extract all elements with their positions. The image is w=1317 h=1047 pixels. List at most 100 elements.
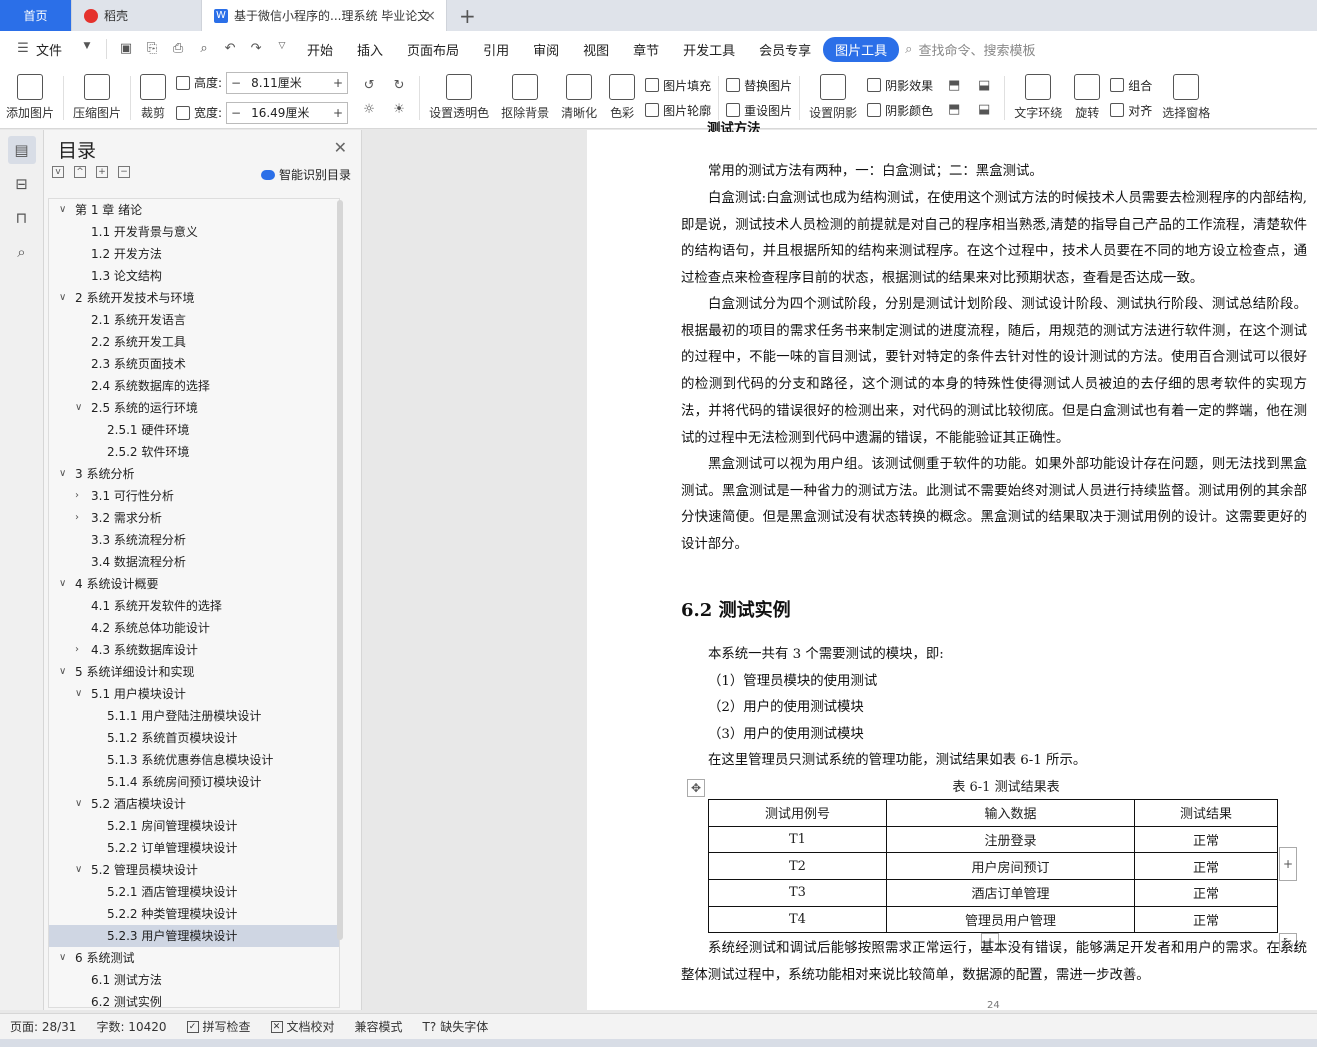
add-image-button[interactable]: 添加图片 [0,68,60,128]
brightness-down-icon[interactable]: ☼ [361,102,377,118]
output-icon[interactable]: ⎘ [144,41,160,57]
add-heading-icon[interactable]: + [96,166,108,178]
tab-daoke[interactable]: 稻壳 [72,0,202,31]
toc-item[interactable]: › 3.1 可行性分析 [49,485,339,507]
move-table-icon[interactable]: ✥ [687,779,705,797]
toc-item[interactable]: ∨ 2 系统开发技术与环境 [49,287,339,309]
toc-item[interactable]: 2.5.1 硬件环境 [49,419,339,441]
save-icon[interactable]: ▣ [118,41,134,57]
toc-item[interactable]: 1.1 开发背景与意义 [49,221,339,243]
toc-item[interactable]: ∨ 第 1 章 绪论 [49,199,339,221]
remove-background-button[interactable]: 抠除背景 [495,68,555,128]
nudge-down-icon[interactable]: ⬓ [976,78,992,94]
close-icon[interactable]: ✕ [334,138,347,157]
set-transparent-button[interactable]: 设置透明色 [423,68,495,128]
command-search[interactable]: 查找命令、搜索模板 [918,40,1035,59]
toc-item[interactable]: › 4.3 系统数据库设计 [49,639,339,661]
menu-tab[interactable]: 章节 [621,40,671,59]
toc-item[interactable]: ∨ 4 系统设计概要 [49,573,339,595]
chevron-right-icon[interactable]: › [75,639,79,661]
menu-tab[interactable]: 插入 [345,40,395,59]
smart-toc-button[interactable]: 智能识别目录 [260,166,351,183]
width-stepper[interactable]: −16.49厘米 + [226,101,349,124]
more-icon[interactable]: ▽ [274,41,290,57]
plus-icon[interactable]: + [329,76,347,90]
chevron-down-icon[interactable]: ∨ [75,793,82,815]
toc-scrollbar[interactable] [337,200,343,940]
chevron-down-icon[interactable]: ∨ [59,199,66,221]
menu-tab[interactable]: 引用 [471,40,521,59]
minus-icon[interactable]: − [227,106,245,120]
chevron-down-icon[interactable]: ∨ [59,287,66,309]
replace-image-button[interactable]: 替换图片 [726,77,792,94]
chevron-down-icon[interactable]: ∨ [75,859,82,881]
rotate-left-icon[interactable]: ↺ [361,78,377,94]
toc-item[interactable]: › 3.2 需求分析 [49,507,339,529]
chevron-right-icon[interactable]: › [75,507,79,529]
new-tab-button[interactable]: + [447,0,488,31]
plus-icon[interactable]: + [329,106,347,120]
picture-fill-button[interactable]: 图片填充 [645,77,711,94]
navigation-icon[interactable]: ⊟ [8,170,36,198]
remove-heading-icon[interactable]: − [118,166,130,178]
toc-item[interactable]: 5.2.1 房间管理模块设计 [49,815,339,837]
toc-item[interactable]: 4.2 系统总体功能设计 [49,617,339,639]
bookmark-icon[interactable]: ⊓ [8,204,36,232]
page-indicator[interactable]: 页面: 28/31 [0,1018,86,1035]
menu-tab[interactable]: 会员专享 [747,40,823,59]
chevron-down-icon[interactable]: ∨ [75,683,82,705]
menu-tab[interactable]: 开发工具 [671,40,747,59]
crop-button[interactable]: 裁剪 [134,68,172,128]
undo-icon[interactable]: ↶ [222,41,238,57]
toc-item[interactable]: ∨ 5.2 酒店模块设计 [49,793,339,815]
menu-tab[interactable]: 页面布局 [395,40,471,59]
menu-tab[interactable]: 开始 [295,40,345,59]
chevron-down-icon[interactable]: ∨ [59,947,66,969]
chevron-down-icon[interactable]: ∨ [59,463,66,485]
height-value[interactable]: 8.11厘米 [245,74,329,91]
compress-image-button[interactable]: 压缩图片 [67,68,127,128]
toc-item[interactable]: 2.4 系统数据库的选择 [49,375,339,397]
redo-icon[interactable]: ↷ [248,41,264,57]
word-count[interactable]: 字数: 10420 [86,1018,176,1035]
toc-item[interactable]: ∨ 2.5 系统的运行环境 [49,397,339,419]
spell-check-button[interactable]: ✓ 拼写检查 [177,1018,261,1035]
toc-item[interactable]: ∨ 5.2 管理员模块设计 [49,859,339,881]
toc-item[interactable]: 3.3 系统流程分析 [49,529,339,551]
brightness-up-icon[interactable]: ☀ [391,102,407,118]
toc-item[interactable]: 3.4 数据流程分析 [49,551,339,573]
color-button[interactable]: 色彩 [603,68,641,128]
shadow-effect-button[interactable]: 阴影效果 [867,77,933,94]
collapse-all-icon[interactable]: v [52,166,64,178]
toc-item[interactable]: 1.2 开发方法 [49,243,339,265]
chevron-down-icon[interactable]: ∨ [59,661,66,683]
tab-document[interactable]: W 基于微信小程序的...理系统 毕业论文 × [202,0,447,31]
toc-item[interactable]: 5.2.2 订单管理模块设计 [49,837,339,859]
toc-item[interactable]: 2.2 系统开发工具 [49,331,339,353]
toc-item[interactable]: 2.3 系统页面技术 [49,353,339,375]
menu-tab[interactable]: 审阅 [521,40,571,59]
add-column-icon[interactable]: + [1279,847,1297,881]
sharpen-button[interactable]: 清晰化 [555,68,603,128]
tab-home[interactable]: 首页 [0,0,72,31]
toc-item[interactable]: 5.2.2 种类管理模块设计 [49,903,339,925]
print-preview-icon[interactable]: ⌕ [196,41,212,57]
search-icon[interactable]: ⌕ [8,238,36,266]
doc-proof-button[interactable]: ✕ 文档校对 [261,1018,345,1035]
toc-item[interactable]: 5.2.1 酒店管理模块设计 [49,881,339,903]
toc-item[interactable]: 6.1 测试方法 [49,969,339,991]
toc-item[interactable]: ∨ 6 系统测试 [49,947,339,969]
toc-item[interactable]: 2.1 系统开发语言 [49,309,339,331]
toc-item[interactable]: 5.1.3 系统优惠券信息模块设计 [49,749,339,771]
nudge-up-icon[interactable]: ⬒ [946,78,962,94]
menu-picture-tools[interactable]: 图片工具 [823,36,900,62]
chevron-right-icon[interactable]: › [75,485,79,507]
toc-item[interactable]: 1.3 论文结构 [49,265,339,287]
toc-item[interactable]: 5.1.4 系统房间预订模块设计 [49,771,339,793]
toc-item[interactable]: 4.1 系统开发软件的选择 [49,595,339,617]
toc-item[interactable]: 2.5.2 软件环境 [49,441,339,463]
width-value[interactable]: 16.49厘米 [245,104,329,121]
toc-item[interactable]: ∨ 5 系统详细设计和实现 [49,661,339,683]
toc-item[interactable]: 6.2 测试实例 [49,991,339,1007]
toc-item[interactable]: 5.1.2 系统首页模块设计 [49,727,339,749]
